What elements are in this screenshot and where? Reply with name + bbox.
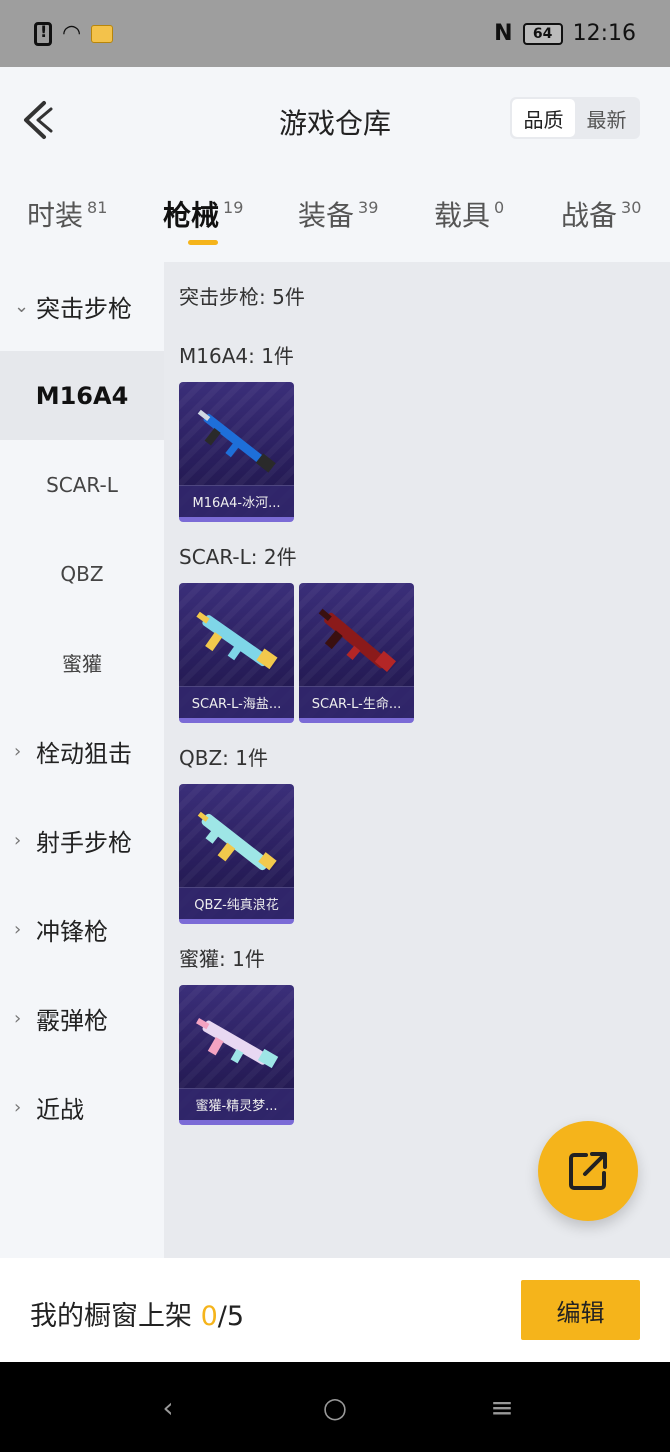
active-tab-indicator [188, 240, 218, 245]
item-card-label: M16A4-冰河... [179, 485, 294, 517]
share-button[interactable] [538, 1121, 638, 1221]
tab-fashion[interactable]: 时装 81 [27, 194, 107, 234]
item-card[interactable]: 蜜獾-精灵梦... [179, 985, 294, 1125]
sidebar-item-m16a4[interactable]: M16A4 [0, 351, 164, 440]
tab-vehicles[interactable]: 载具 0 [434, 194, 504, 234]
section-label-honey-badger: 蜜獾: 1件 [179, 947, 265, 971]
sidebar-group-assault-rifle[interactable]: ⌄ 突击步枪 [0, 262, 164, 351]
battery-icon: 64 [522, 22, 563, 45]
section-label-qbz: QBZ: 1件 [179, 746, 268, 770]
showcase-count: 0 [200, 1301, 218, 1332]
chevron-right-icon: › [14, 741, 22, 762]
category-summary: 突击步枪: 5件 [179, 285, 305, 309]
sidebar-item-scar-l[interactable]: SCAR-L [0, 440, 164, 529]
chevron-right-icon: › [14, 919, 22, 940]
sidebar-group-shotgun[interactable]: › 霰弹枪 [0, 974, 164, 1063]
sort-newest-button[interactable]: 最新 [575, 99, 638, 137]
sort-quality-button[interactable]: 品质 [512, 99, 575, 137]
header: 游戏仓库 品质 最新 [0, 67, 670, 174]
clock: 12:16 [572, 21, 636, 46]
sidebar-group-smg[interactable]: › 冲锋枪 [0, 885, 164, 974]
rifle-red-icon [318, 608, 397, 672]
item-card[interactable]: SCAR-L-海盐... [179, 583, 294, 723]
tab-count: 39 [358, 198, 379, 217]
edit-button[interactable]: 编辑 [521, 1280, 640, 1340]
sim-alert-icon [34, 21, 52, 46]
back-button[interactable] [18, 97, 58, 143]
sort-toggle: 品质 最新 [510, 97, 640, 139]
nav-home-icon[interactable]: ○ [315, 1391, 355, 1424]
tab-count: 0 [494, 198, 505, 217]
sidebar-item-qbz[interactable]: QBZ [0, 529, 164, 618]
chevron-right-icon: › [14, 830, 22, 851]
chevron-right-icon: › [14, 1097, 22, 1118]
item-card-label: 蜜獾-精灵梦... [179, 1088, 294, 1120]
back-arrow-icon [24, 101, 53, 139]
item-card-label: QBZ-纯真浪花 [179, 887, 294, 919]
tab-supplies[interactable]: 战备 30 [561, 194, 641, 234]
item-card-label: SCAR-L-海盐... [179, 686, 294, 718]
app-notification-icon [91, 24, 114, 43]
tab-count: 30 [621, 198, 642, 217]
item-grid-panel: 突击步枪: 5件 M16A4: 1件 M16A4-冰河... SCAR-L: 2… [164, 262, 670, 1258]
sidebar-group-marksman-rifle[interactable]: › 射手步枪 [0, 796, 164, 885]
rifle-cyan-icon [196, 611, 278, 670]
nfc-icon: N [494, 21, 513, 46]
nav-back-icon[interactable]: ‹ [148, 1391, 188, 1424]
status-bar: ◠ N 64 12:16 [0, 0, 670, 67]
section-label-m16a4: M16A4: 1件 [179, 344, 294, 368]
sidebar-item-honey-badger[interactable]: 蜜獾 [0, 618, 164, 707]
section-label-scar-l: SCAR-L: 2件 [179, 545, 297, 569]
item-card[interactable]: SCAR-L-生命... [299, 583, 414, 723]
rifle-blue-icon [197, 409, 276, 473]
nav-menu-icon[interactable]: ≡ [482, 1391, 522, 1424]
share-external-icon [569, 1152, 607, 1190]
sidebar-group-bolt-sniper[interactable]: › 栓动狙击 [0, 707, 164, 796]
tab-firearms[interactable]: 枪械 19 [163, 194, 243, 234]
system-nav-bar: ‹ ○ ≡ [0, 1362, 670, 1452]
item-card[interactable]: M16A4-冰河... [179, 382, 294, 522]
chevron-down-icon: ⌄ [14, 296, 30, 317]
tab-equipment[interactable]: 装备 39 [298, 194, 378, 234]
item-card-label: SCAR-L-生命... [299, 686, 414, 718]
wifi-icon: ◠ [62, 21, 82, 46]
sidebar-group-melee[interactable]: › 近战 [0, 1063, 164, 1152]
showcase-bar: 我的橱窗上架 0/5 编辑 [0, 1258, 670, 1362]
chevron-right-icon: › [14, 1008, 22, 1029]
tab-count: 19 [223, 198, 244, 217]
category-tabs: 时装 81 枪械 19 装备 39 载具 0 战备 30 [0, 174, 670, 262]
rifle-pastel-icon [196, 1018, 279, 1069]
sidebar: ⌄ 突击步枪 M16A4 SCAR-L QBZ 蜜獾 › 栓动狙击 › 射手步枪… [0, 262, 164, 1258]
tab-count: 81 [87, 198, 108, 217]
item-card[interactable]: QBZ-纯真浪花 [179, 784, 294, 924]
rifle-aqua-icon [197, 811, 277, 871]
showcase-status: 我的橱窗上架 0/5 [30, 1301, 245, 1332]
